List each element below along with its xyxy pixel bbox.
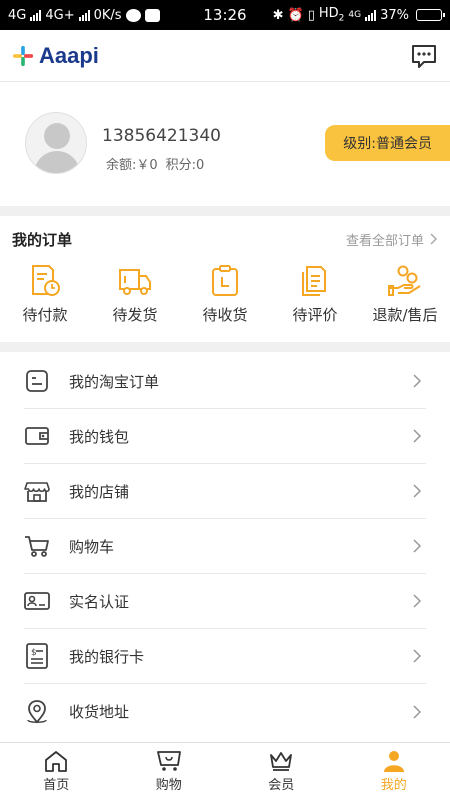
svg-text:$: $ [31, 648, 37, 658]
chevron-right-icon [413, 539, 422, 553]
chat-notification-icon [125, 8, 141, 22]
chevron-right-icon [413, 484, 422, 498]
user-phone: 13856421340 [102, 126, 221, 146]
tab-mine[interactable]: 我的 [338, 743, 450, 800]
order-pending-shipment[interactable]: 待发货 [90, 264, 180, 325]
menu-item-real-name-verification[interactable]: 实名认证 [24, 574, 426, 629]
app-logo: Aaapi [12, 43, 99, 69]
chevron-right-icon [413, 594, 422, 608]
network-speed: 0K/s [93, 7, 122, 23]
menu-item-cart[interactable]: 购物车 [24, 519, 426, 574]
chevron-right-icon [413, 374, 422, 388]
orders-title: 我的订单 [12, 230, 73, 249]
review-icon [302, 266, 326, 296]
signal-icon-2 [78, 9, 90, 21]
battery-icon [416, 9, 445, 21]
network-label-1: 4G [8, 7, 27, 23]
chevron-right-icon [413, 649, 422, 663]
order-pending-payment[interactable]: 待付款 [0, 264, 90, 325]
battery-percent: 37% [380, 7, 409, 23]
network-label-3: 4G [348, 10, 362, 20]
tab-member[interactable]: 会员 [225, 743, 338, 800]
alarm-icon: ⏰ [287, 7, 304, 23]
truck-icon [119, 269, 151, 295]
message-icon [412, 44, 436, 68]
signal-icon-3 [365, 9, 377, 21]
logo-mark-icon [12, 45, 34, 66]
bank-card-icon: $ [26, 643, 48, 669]
menu-list: 我的淘宝订单 我的钱包 我的店铺 购物车 实名认证 $ 我的银行卡 收货地址 [24, 354, 426, 739]
location-icon [27, 699, 47, 723]
crown-icon [270, 752, 293, 771]
store-icon [24, 482, 50, 502]
home-icon [45, 751, 68, 772]
menu-item-wallet[interactable]: 我的钱包 [24, 409, 426, 464]
menu-item-taobao-orders[interactable]: 我的淘宝订单 [24, 354, 426, 409]
network-label-2: 4G+ [45, 7, 75, 23]
my-orders-section: 我的订单 查看全部订单 待付款 待发货 待收货 待评价 退款/售后 [0, 216, 450, 342]
shopping-icon [156, 751, 181, 771]
refund-icon [388, 265, 421, 296]
cart-icon [25, 536, 49, 557]
id-card-icon [24, 592, 50, 610]
chevron-right-icon [413, 704, 422, 719]
wallet-icon [25, 427, 49, 445]
taobao-order-icon [26, 370, 48, 392]
balance-value: 余额:￥0 [106, 158, 158, 173]
menu-item-shipping-address[interactable]: 收货地址 [24, 684, 426, 739]
user-icon [383, 751, 404, 772]
avatar[interactable] [25, 112, 87, 174]
view-all-orders-link[interactable]: 查看全部订单 [346, 230, 438, 249]
menu-item-store[interactable]: 我的店铺 [24, 464, 426, 519]
menu-item-bank-card[interactable]: $ 我的银行卡 [24, 629, 426, 684]
clipboard-icon [212, 265, 238, 296]
bottom-tab-bar: 首页 购物 会员 我的 [0, 742, 450, 800]
order-pending-review[interactable]: 待评价 [270, 264, 360, 325]
section-divider [0, 206, 450, 216]
chevron-right-icon [430, 233, 438, 245]
tab-shopping[interactable]: 购物 [113, 743, 226, 800]
section-divider-2 [0, 342, 450, 352]
hd-label: HD2 [318, 6, 345, 24]
order-pending-receipt[interactable]: 待收货 [180, 264, 270, 325]
mail-notification-icon [144, 8, 160, 22]
tab-home[interactable]: 首页 [0, 743, 113, 800]
balance-row: 余额:￥0 积分:0 [106, 154, 204, 173]
message-button[interactable] [410, 42, 438, 70]
order-refund[interactable]: 退款/售后 [360, 264, 450, 325]
member-level-badge[interactable]: 级别:普通会员 [325, 125, 450, 161]
app-header: Aaapi [0, 30, 450, 82]
status-bar: 4G 4G+ 0K/s 13:26 ✱ ⏰ ▯ HD2 4G 37% [0, 0, 450, 30]
logo-text: Aaapi [39, 42, 99, 68]
chevron-right-icon [413, 429, 422, 443]
profile-section: 13856421340 余额:￥0 积分:0 级别:普通会员 [0, 82, 450, 206]
signal-icon [30, 9, 42, 21]
points-value: 积分:0 [165, 158, 205, 173]
vibrate-icon: ▯ [307, 7, 315, 23]
pending-payment-icon [32, 265, 60, 296]
bluetooth-icon: ✱ [272, 7, 284, 23]
